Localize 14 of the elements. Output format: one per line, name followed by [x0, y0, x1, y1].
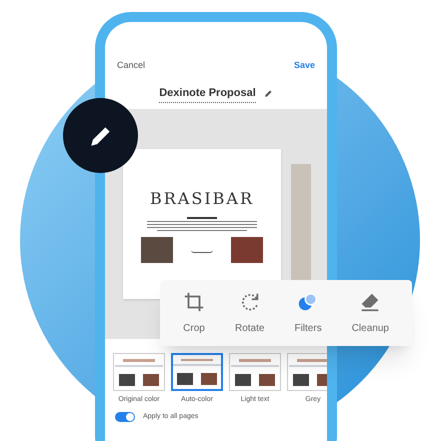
tool-button[interactable]: Filters [294, 290, 322, 336]
photo-placeholder [231, 237, 263, 263]
toggle-switch[interactable] [115, 412, 135, 422]
tool-button[interactable]: Cleanup [352, 290, 389, 336]
pencil-icon[interactable] [264, 89, 273, 98]
document-title[interactable]: Dexinote Proposal [159, 84, 256, 103]
filters-icon [297, 290, 320, 312]
tool-button[interactable]: Crop [183, 290, 205, 336]
crop-icon [183, 290, 205, 312]
document-logo: BRASIBAR [150, 188, 254, 210]
cancel-button[interactable]: Cancel [117, 59, 146, 72]
photo-placeholder [141, 237, 173, 263]
tool-button[interactable]: Rotate [235, 290, 264, 336]
save-button[interactable]: Save [294, 59, 315, 72]
